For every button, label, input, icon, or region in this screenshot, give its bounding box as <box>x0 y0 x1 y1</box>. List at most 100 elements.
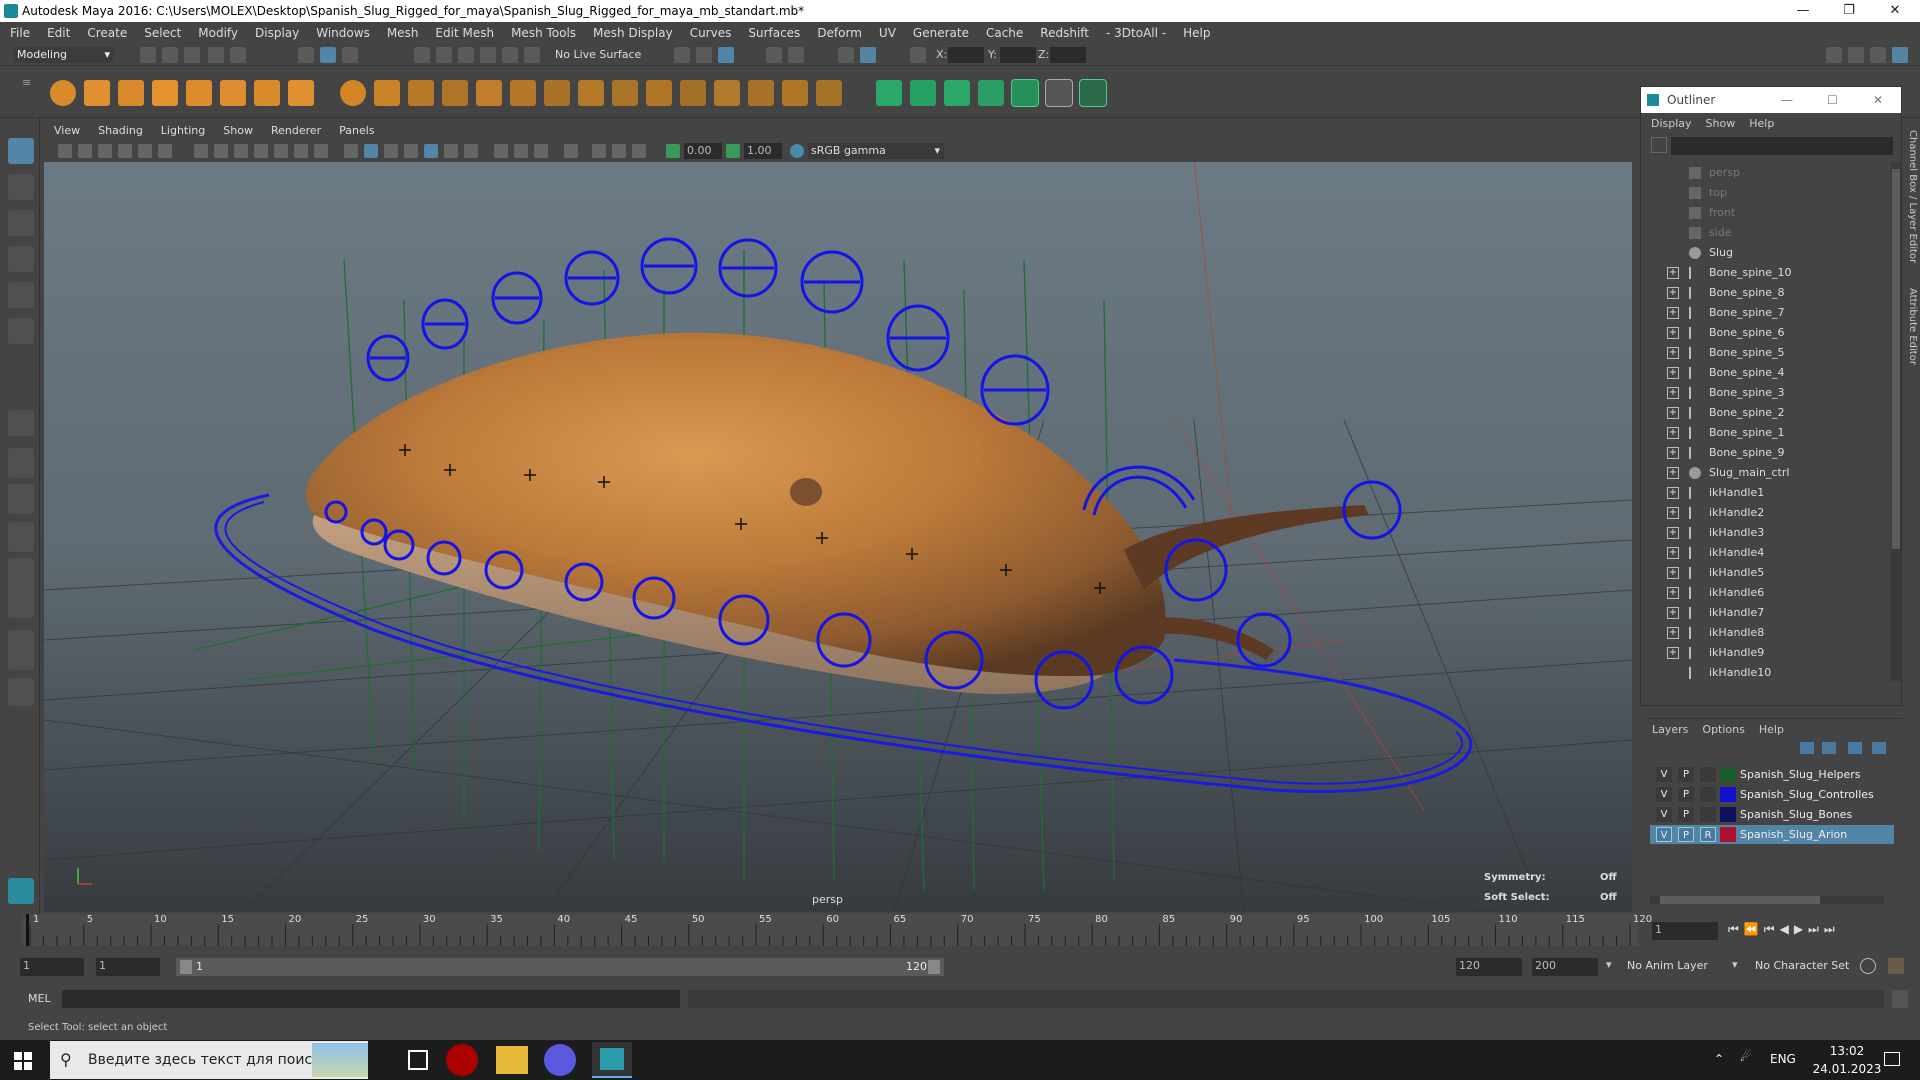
outliner-item[interactable]: + Slug_main_ctrl <box>1641 463 1891 483</box>
play-backward-icon[interactable]: ◀ <box>1780 922 1794 936</box>
persp-outliner-layout-icon[interactable] <box>8 522 34 552</box>
outliner-item[interactable]: + ikHandle6 <box>1641 583 1891 603</box>
menu-surfaces[interactable]: Surfaces <box>748 26 800 40</box>
y-input[interactable] <box>1000 47 1036 63</box>
paint-select-tool-icon[interactable] <box>8 210 34 236</box>
outliner-menu-show[interactable]: Show <box>1706 117 1736 130</box>
outliner-item[interactable]: + ikHandle7 <box>1641 603 1891 623</box>
insert-edge-loop-icon[interactable] <box>646 80 672 106</box>
windows-start-icon[interactable] <box>14 1052 32 1070</box>
menu-display[interactable]: Display <box>255 26 299 40</box>
poly-cylinder-icon[interactable] <box>118 80 144 106</box>
collapse-icon[interactable] <box>816 80 842 106</box>
preferences-icon[interactable] <box>1888 958 1904 974</box>
graph-editor-layout-icon[interactable] <box>8 558 34 618</box>
lasso-tool-icon[interactable] <box>8 174 34 200</box>
poly-sphere-icon[interactable] <box>50 80 76 106</box>
outliner-minimize-button[interactable]: — <box>1781 93 1793 107</box>
notifications-icon[interactable] <box>1884 1052 1900 1066</box>
outliner-item[interactable]: + ikHandle8 <box>1641 623 1891 643</box>
outliner-item[interactable]: + Bone_spine_3 <box>1641 383 1891 403</box>
smooth-icon[interactable] <box>442 80 468 106</box>
safe-action-icon[interactable] <box>294 144 308 158</box>
end-time-field[interactable]: 200 <box>1532 958 1598 976</box>
unfold-icon[interactable] <box>1079 79 1107 107</box>
use-all-lights-icon[interactable] <box>424 144 438 158</box>
outliner-item[interactable]: + Bone_spine_6 <box>1641 323 1891 343</box>
vp-menu-renderer[interactable]: Renderer <box>271 124 321 137</box>
menu-modify[interactable]: Modify <box>198 26 238 40</box>
step-forward-key-icon[interactable]: ⏭ <box>1808 922 1824 936</box>
close-button[interactable]: ✕ <box>1872 0 1918 22</box>
chevron-down-icon[interactable]: ▾ <box>1606 958 1612 971</box>
spherical-map-icon[interactable] <box>944 80 970 106</box>
redo-icon[interactable] <box>230 47 246 63</box>
layer-hscroll-thumb[interactable] <box>1660 896 1820 904</box>
layer-reference-toggle[interactable] <box>1700 787 1716 802</box>
layer-hscrollbar[interactable] <box>1650 896 1884 904</box>
screen-aa-icon[interactable] <box>592 144 606 158</box>
layer-menu-help[interactable]: Help <box>1759 723 1784 736</box>
color-space-dropdown[interactable]: sRGB gamma ▾ <box>808 143 944 159</box>
exposure-field[interactable]: 0.00 <box>684 143 722 159</box>
outliner-item[interactable]: + Bone_spine_9 <box>1641 443 1891 463</box>
range-end-handle[interactable] <box>928 960 940 974</box>
outliner-search-input[interactable] <box>1671 137 1893 155</box>
menu-generate[interactable]: Generate <box>913 26 969 40</box>
snap-view-icon[interactable] <box>480 47 496 63</box>
poly-pipe-icon[interactable] <box>288 80 314 106</box>
expand-icon[interactable]: + <box>1667 367 1679 379</box>
attribute-editor-toggle-icon[interactable] <box>1848 47 1864 63</box>
layer-visibility-toggle[interactable]: V <box>1656 807 1672 822</box>
minimize-button[interactable]: — <box>1780 0 1826 22</box>
layer-visibility-toggle[interactable]: V <box>1656 767 1672 782</box>
ipr-render-icon[interactable] <box>838 47 854 63</box>
combine-icon[interactable] <box>340 80 366 106</box>
layer-row[interactable]: V P Spanish_Slug_Helpers <box>1650 765 1894 784</box>
playback-start-field[interactable]: 1 <box>96 958 160 976</box>
language-indicator[interactable]: ENG <box>1770 1052 1796 1066</box>
wireframe-icon[interactable] <box>344 144 358 158</box>
single-pane-layout-icon[interactable] <box>8 410 34 436</box>
play-forward-icon[interactable]: ▶ <box>1794 922 1808 936</box>
textured-icon[interactable] <box>404 144 418 158</box>
expand-icon[interactable]: + <box>1667 467 1679 479</box>
taskbar-search-input[interactable]: ⚲ Введите здесь текст для поиска <box>50 1041 368 1079</box>
menu-select[interactable]: Select <box>144 26 181 40</box>
script-editor-icon[interactable] <box>1892 990 1908 1008</box>
image-plane-icon[interactable] <box>118 144 132 158</box>
layer-move-down-icon[interactable] <box>1822 742 1836 754</box>
menu-redshift[interactable]: Redshift <box>1040 26 1089 40</box>
outliner-scrollbar[interactable] <box>1891 163 1901 681</box>
layer-row[interactable]: V P Spanish_Slug_Bones <box>1650 805 1894 824</box>
go-to-start-icon[interactable]: ⏮ <box>1728 922 1744 936</box>
scale-tool-icon[interactable] <box>8 318 34 344</box>
menu-mesh[interactable]: Mesh <box>387 26 419 40</box>
maya-taskbar-icon[interactable] <box>592 1042 632 1078</box>
range-start-handle[interactable] <box>180 960 192 974</box>
layer-reference-toggle[interactable] <box>1700 767 1716 782</box>
vp-menu-shading[interactable]: Shading <box>98 124 143 137</box>
playback-end-field[interactable]: 120 <box>1456 958 1522 976</box>
smooth-shade-icon[interactable] <box>364 144 378 158</box>
outliner-item[interactable]: + Bone_spine_1 <box>1641 423 1891 443</box>
menu-edit[interactable]: Edit <box>47 26 70 40</box>
safe-title-icon[interactable] <box>314 144 328 158</box>
menu-create[interactable]: Create <box>87 26 127 40</box>
menu-deform[interactable]: Deform <box>817 26 862 40</box>
outliner-camera-top[interactable]: top <box>1641 183 1891 203</box>
extrude-icon[interactable] <box>578 80 604 106</box>
expand-icon[interactable]: + <box>1667 627 1679 639</box>
layer-visibility-toggle[interactable]: V <box>1656 787 1672 802</box>
expand-icon[interactable]: + <box>1667 407 1679 419</box>
extract-icon[interactable] <box>408 80 434 106</box>
four-pane-layout-icon[interactable] <box>8 448 34 478</box>
resolution-gate-icon[interactable] <box>234 144 248 158</box>
checker-icon[interactable] <box>1045 79 1073 107</box>
vp-menu-show[interactable]: Show <box>223 124 253 137</box>
z-input[interactable] <box>1050 47 1086 63</box>
anim-layer-dropdown[interactable]: No Anim Layer <box>1624 958 1740 976</box>
file-explorer-icon[interactable] <box>496 1046 528 1074</box>
menu-set-dropdown[interactable]: Modeling ▾ <box>14 47 114 63</box>
shelf-options-icon[interactable]: ≡ <box>22 76 32 110</box>
